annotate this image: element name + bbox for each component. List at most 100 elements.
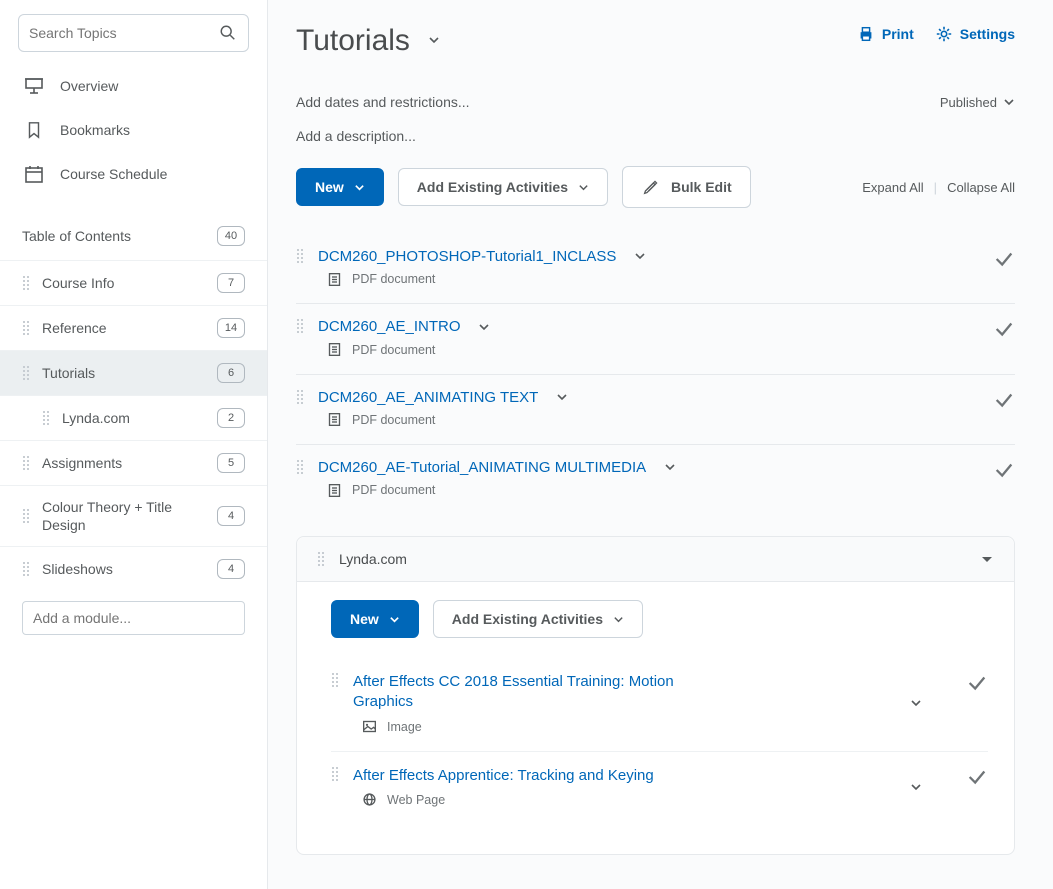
pencil-icon [641, 177, 661, 197]
submodule-new-label: New [350, 611, 379, 627]
sidebar-item-label: Reference [42, 319, 205, 337]
sidebar-item-lynda[interactable]: Lynda.com 2 [0, 395, 267, 440]
content-item-title[interactable]: DCM260_AE_INTRO [318, 318, 461, 335]
bulk-edit-button[interactable]: Bulk Edit [622, 166, 751, 208]
projector-icon [24, 76, 44, 96]
settings-button[interactable]: Settings [934, 24, 1015, 44]
drag-handle-icon[interactable] [22, 320, 30, 336]
sidebar-item-badge: 14 [217, 318, 245, 338]
new-button[interactable]: New [296, 168, 384, 206]
sidebar-item-course-info[interactable]: Course Info7 [0, 260, 267, 305]
sidebar-item-label: Lynda.com [62, 409, 205, 427]
content-item-type: PDF document [352, 343, 435, 357]
sidebar-item-slideshows[interactable]: Slideshows4 [0, 546, 267, 591]
search-icon[interactable] [218, 23, 238, 43]
check-icon [966, 672, 988, 697]
drag-handle-icon[interactable] [331, 766, 339, 782]
content-list: DCM260_PHOTOSHOP-Tutorial1_INCLASS PDF d… [296, 234, 1015, 514]
sidebar-item-tutorials[interactable]: Tutorials6 [0, 350, 267, 395]
chevron-down-icon [354, 182, 365, 193]
submodule-item-dropdown[interactable] [910, 696, 922, 712]
submodule-item-dropdown[interactable] [910, 780, 922, 796]
drag-handle-icon[interactable] [22, 508, 30, 524]
add-existing-button[interactable]: Add Existing Activities [398, 168, 608, 206]
page-title: Tutorials [296, 24, 410, 58]
submodule-title: Lynda.com [339, 551, 966, 567]
submodule-item-title[interactable]: After Effects CC 2018 Essential Training… [353, 672, 713, 713]
content-item-title[interactable]: DCM260_AE_ANIMATING TEXT [318, 389, 538, 406]
drag-handle-icon[interactable] [22, 455, 30, 471]
settings-label: Settings [960, 26, 1015, 42]
search-box[interactable] [18, 14, 249, 52]
content-item: DCM260_AE_INTRO PDF document [296, 304, 1015, 374]
document-icon [324, 480, 344, 500]
chevron-down-icon [389, 614, 400, 625]
expand-all-link[interactable]: Expand All [862, 180, 923, 195]
drag-handle-icon[interactable] [22, 561, 30, 577]
sidebar-item-colour-theory[interactable]: Colour Theory + Title Design4 [0, 485, 267, 546]
submodule-add-existing-label: Add Existing Activities [452, 611, 603, 627]
nav-schedule[interactable]: Course Schedule [0, 152, 267, 196]
sidebar-item-label: Colour Theory + Title Design [42, 498, 205, 534]
sidebar-item-reference[interactable]: Reference 14 [0, 305, 267, 350]
submodule-add-existing-button[interactable]: Add Existing Activities [433, 600, 643, 638]
drag-handle-icon[interactable] [296, 318, 304, 334]
submodule-item: After Effects CC 2018 Essential Training… [331, 658, 988, 752]
submodule-header[interactable]: Lynda.com [297, 537, 1014, 582]
print-label: Print [882, 26, 914, 42]
sidebar-item-badge: 6 [217, 363, 245, 383]
sidebar-item-badge: 7 [217, 273, 245, 293]
collapse-all-link[interactable]: Collapse All [947, 180, 1015, 195]
calendar-icon [24, 164, 44, 184]
submodule-item: After Effects Apprentice: Tracking and K… [331, 752, 988, 824]
drag-handle-icon[interactable] [296, 459, 304, 475]
check-icon [993, 248, 1015, 273]
drag-handle-icon[interactable] [296, 248, 304, 264]
content-item-dropdown[interactable] [664, 460, 676, 476]
submodule-item-title[interactable]: After Effects Apprentice: Tracking and K… [353, 766, 713, 786]
toc-header[interactable]: Table of Contents 40 [0, 212, 267, 260]
sidebar-item-badge: 4 [217, 559, 245, 579]
search-input[interactable] [29, 25, 218, 41]
published-status[interactable]: Published [940, 95, 1015, 110]
content-item-dropdown[interactable] [556, 390, 568, 406]
page-title-dropdown[interactable] [428, 33, 440, 49]
bookmark-icon [24, 120, 44, 140]
add-description-link[interactable]: Add a description... [296, 128, 1015, 144]
check-icon [966, 766, 988, 791]
check-icon [993, 389, 1015, 414]
add-dates-link[interactable]: Add dates and restrictions... [296, 94, 470, 110]
submodule-new-button[interactable]: New [331, 600, 419, 638]
add-module-input[interactable] [22, 601, 245, 635]
nav-overview[interactable]: Overview [0, 64, 267, 108]
content-item-dropdown[interactable] [478, 320, 490, 336]
content-item: DCM260_AE-Tutorial_ANIMATING MULTIMEDIA … [296, 445, 1015, 514]
drag-handle-icon[interactable] [22, 365, 30, 381]
new-button-label: New [315, 179, 344, 195]
nav-overview-label: Overview [60, 78, 118, 94]
chevron-down-icon[interactable] [980, 552, 994, 566]
content-item-type: PDF document [352, 413, 435, 427]
content-item-title[interactable]: DCM260_AE-Tutorial_ANIMATING MULTIMEDIA [318, 459, 646, 476]
content-item-title[interactable]: DCM260_PHOTOSHOP-Tutorial1_INCLASS [318, 248, 616, 265]
document-icon [324, 410, 344, 430]
content-item-dropdown[interactable] [634, 249, 646, 265]
toc-title: Table of Contents [22, 228, 131, 244]
submodule-item-type: Web Page [387, 793, 445, 807]
sidebar-item-assignments[interactable]: Assignments5 [0, 440, 267, 485]
submodule: Lynda.com New Add Existing Activities Af… [296, 536, 1015, 855]
drag-handle-icon[interactable] [317, 551, 325, 567]
nav-bookmarks[interactable]: Bookmarks [0, 108, 267, 152]
drag-handle-icon[interactable] [42, 410, 50, 426]
content-item: DCM260_PHOTOSHOP-Tutorial1_INCLASS PDF d… [296, 234, 1015, 304]
main-content: Tutorials Print Settings [268, 0, 1053, 889]
print-icon [856, 24, 876, 44]
sidebar: Overview Bookmarks Course Schedule Table… [0, 0, 268, 889]
print-button[interactable]: Print [856, 24, 914, 44]
sidebar-item-badge: 2 [217, 408, 245, 428]
drag-handle-icon[interactable] [296, 389, 304, 405]
sidebar-item-badge: 5 [217, 453, 245, 473]
drag-handle-icon[interactable] [22, 275, 30, 291]
drag-handle-icon[interactable] [331, 672, 339, 688]
submodule-items: After Effects CC 2018 Essential Training… [331, 658, 988, 824]
